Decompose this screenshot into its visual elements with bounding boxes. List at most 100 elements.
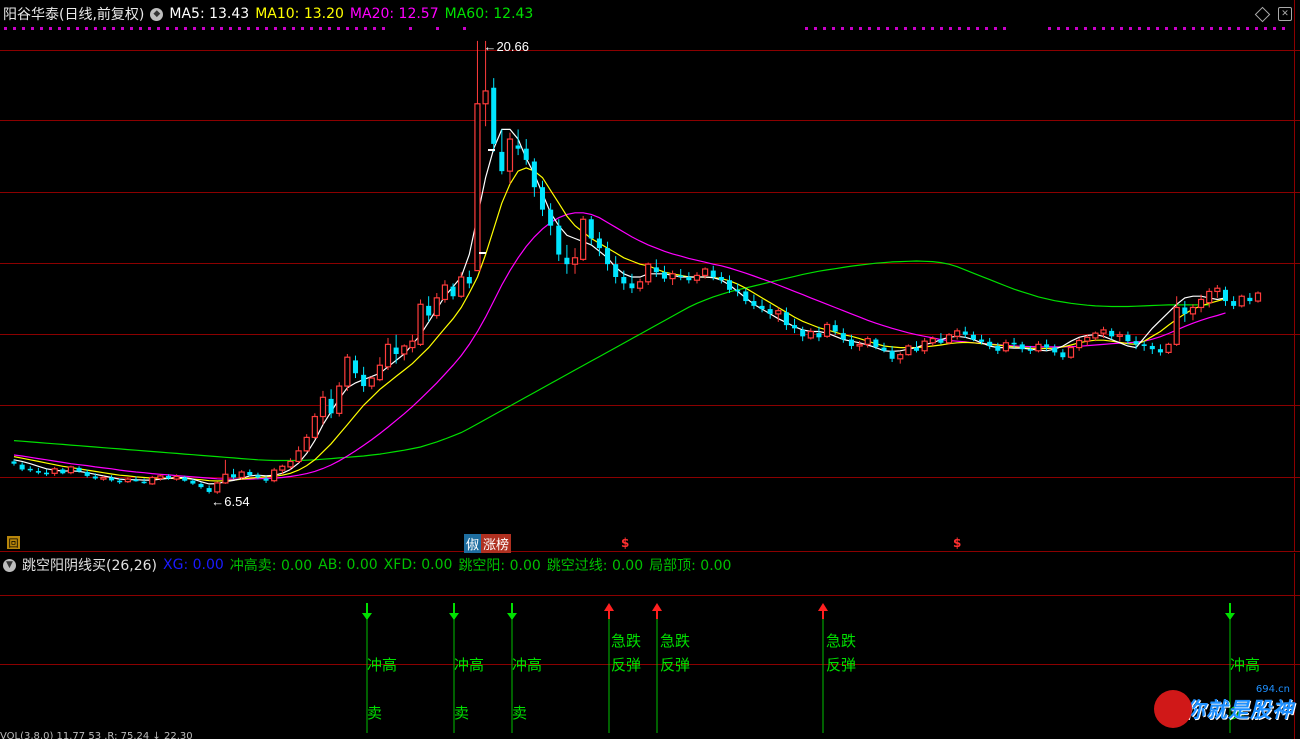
ma10-line — [13, 167, 1226, 482]
signal-label: 急跌 反弹 — [611, 632, 642, 674]
logo-mark-icon — [1154, 690, 1192, 728]
candle-body — [426, 305, 432, 316]
rank-badge[interactable]: 俶 涨榜 — [464, 533, 512, 553]
sell-arrow-icon — [1225, 613, 1235, 620]
candle-body — [873, 339, 879, 347]
top-marker — [256, 27, 259, 30]
sell-arrow-icon — [362, 613, 372, 620]
candle-body — [76, 467, 82, 472]
top-marker — [1192, 27, 1195, 30]
badge-right-text: 涨榜 — [481, 533, 512, 553]
candle-body — [889, 350, 895, 359]
candle-body — [735, 289, 741, 292]
top-marker — [382, 27, 385, 30]
high-price-label: ←20.66 — [483, 39, 529, 54]
top-marker — [1183, 27, 1186, 30]
candle-body — [1214, 287, 1221, 293]
top-marker — [292, 27, 295, 30]
candle-body — [938, 339, 944, 343]
candle-body — [954, 330, 961, 337]
candlestick-chart[interactable]: ←20.66 ←6.54 — [0, 0, 1300, 552]
signal-label: 冲高卖 — [512, 656, 543, 722]
candle-body — [1019, 344, 1025, 350]
candle-body — [921, 340, 928, 352]
top-marker — [886, 27, 889, 30]
candle-body — [499, 151, 505, 172]
top-marker — [184, 27, 187, 30]
candle-body — [165, 475, 172, 479]
candle-body — [393, 347, 399, 354]
top-marker — [904, 27, 907, 30]
candle-body — [361, 374, 367, 387]
top-marker — [985, 27, 988, 30]
top-marker — [328, 27, 331, 30]
top-marker — [1102, 27, 1105, 30]
candle-body — [783, 312, 789, 326]
top-marker — [373, 27, 376, 30]
candle-body — [881, 347, 887, 351]
candle-body — [678, 275, 684, 277]
top-marker — [859, 27, 862, 30]
candle-body — [1052, 347, 1058, 353]
candle-body — [645, 263, 652, 283]
candle-body — [1238, 295, 1245, 307]
candle-body — [905, 345, 912, 356]
candle-body — [523, 148, 529, 160]
candle-body — [173, 475, 180, 480]
candle-body — [832, 325, 838, 332]
candle-body — [60, 469, 66, 474]
ma5-label: MA5: 13.43 — [169, 6, 250, 22]
candle-body — [84, 472, 90, 476]
indicator-panel[interactable]: ▼ 跳空阳阴线买(26,26) XG: 0.00 冲高卖: 0.00 AB: 0… — [0, 553, 1300, 739]
top-marker — [1156, 27, 1159, 30]
top-marker — [220, 27, 223, 30]
dollar-marker[interactable]: $ — [953, 536, 961, 550]
candle-body — [141, 481, 147, 484]
close-icon[interactable]: ✕ — [1278, 7, 1292, 21]
candle-body — [515, 145, 521, 149]
top-marker — [1138, 27, 1141, 30]
candle-body — [206, 488, 212, 492]
top-marker — [1066, 27, 1069, 30]
candle-body — [482, 90, 489, 105]
candle-body — [336, 385, 343, 414]
candle-body — [100, 476, 107, 480]
candle-body — [539, 187, 546, 210]
top-marker — [364, 27, 367, 30]
gap-marker — [488, 149, 495, 151]
candle-body — [35, 471, 41, 473]
candle-body — [1109, 330, 1115, 337]
candle-body — [807, 330, 814, 339]
stock-title[interactable]: 阳谷华泰(日线,前复权) — [3, 4, 144, 24]
signal-label: 冲高卖 — [367, 656, 398, 722]
settings-circle-icon[interactable]: ◆ — [150, 7, 164, 21]
return-button[interactable]: 回 — [7, 536, 20, 550]
candle-body — [564, 257, 570, 265]
candle-body — [198, 483, 204, 488]
top-marker — [841, 27, 844, 30]
top-marker — [166, 27, 169, 30]
candle-body — [401, 345, 408, 355]
top-marker — [994, 27, 997, 30]
candle-body — [1067, 346, 1075, 358]
candle-body — [409, 340, 416, 349]
candle-body — [605, 248, 611, 265]
buy-arrow-icon — [818, 603, 828, 611]
dollar-marker[interactable]: $ — [621, 536, 629, 550]
candle-body — [840, 333, 846, 340]
candle-body — [458, 276, 465, 297]
candle-body — [1149, 345, 1155, 350]
top-marker — [877, 27, 880, 30]
main-chart-panel[interactable]: ←20.66 ←6.54 阳谷华泰(日线,前复权) ◆ MA5: 13.43 MA… — [0, 0, 1300, 553]
candle-body — [255, 475, 261, 478]
top-marker — [1174, 27, 1177, 30]
site-logo[interactable]: 你就是股神 694.cn — [1154, 684, 1294, 728]
candle-body — [775, 310, 782, 315]
diamond-icon[interactable] — [1254, 6, 1271, 22]
top-marker — [1057, 27, 1060, 30]
candle-body — [222, 473, 229, 484]
signal-label: 冲高卖 — [454, 656, 485, 722]
candle-body — [1100, 329, 1107, 334]
top-marker — [976, 27, 979, 30]
top-marker — [310, 27, 313, 30]
